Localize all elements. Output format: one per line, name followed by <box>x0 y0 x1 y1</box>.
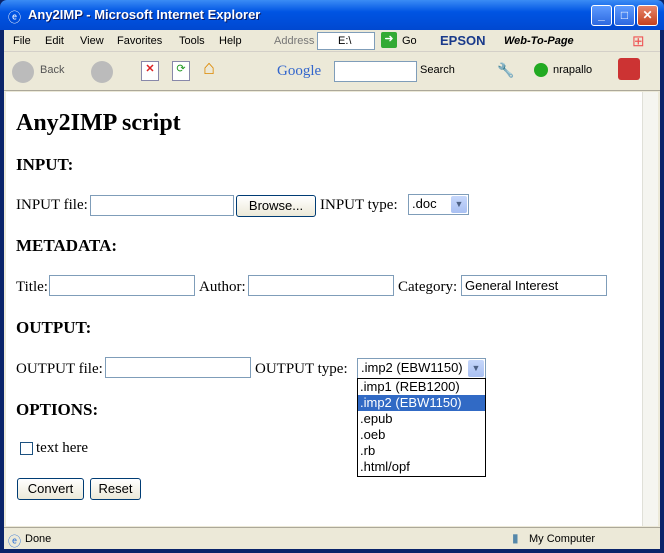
menu-help[interactable]: Help <box>219 35 242 47</box>
title-bar: ⓔ Any2IMP - Microsoft Internet Explorer … <box>0 0 664 30</box>
output-type-value: .imp2 (EBW1150) <box>361 360 463 375</box>
output-type-dropdown-list: .imp1 (REB1200) .imp2 (EBW1150) .epub .o… <box>357 378 486 477</box>
checkbox-label: text here <box>36 440 89 456</box>
maximize-button[interactable]: □ <box>614 5 635 26</box>
menu-view[interactable]: View <box>80 35 104 47</box>
input-heading: INPUT: <box>16 155 74 174</box>
title-field[interactable] <box>49 275 195 296</box>
epson-logo: EPSON <box>440 33 486 48</box>
stop-icon[interactable]: ✕ <box>141 61 159 81</box>
output-heading: OUTPUT: <box>16 318 92 337</box>
chevron-down-icon[interactable]: ▼ <box>451 196 467 213</box>
page-content: Any2IMP script INPUT: INPUT file: Browse… <box>6 92 642 526</box>
google-logo: Google <box>277 63 322 79</box>
address-input[interactable]: E:\ <box>317 32 375 50</box>
web-to-page-menu[interactable]: Web-To-Page <box>504 35 574 47</box>
computer-icon: ▮ <box>512 531 519 545</box>
input-type-value: .doc <box>412 196 437 211</box>
back-button[interactable]: Back <box>40 64 64 76</box>
wrench-icon[interactable]: 🔧 <box>497 62 514 79</box>
dropdown-option[interactable]: .epub <box>358 411 485 427</box>
pdf-icon[interactable] <box>618 58 640 80</box>
address-value: E:\ <box>338 35 352 47</box>
back-icon[interactable] <box>12 61 34 83</box>
toolbar: Back ✕ ⟳ ⌂ Google Search 🔧 nrapallo <box>4 53 660 91</box>
output-type-label: OUTPUT type: <box>255 361 348 377</box>
options-heading: OPTIONS: <box>16 400 99 419</box>
menu-edit[interactable]: Edit <box>45 35 64 47</box>
forward-icon[interactable] <box>91 61 113 83</box>
go-button[interactable]: Go <box>402 35 417 47</box>
title-label: Title: <box>16 279 48 295</box>
status-text: Done <box>25 533 52 545</box>
ie-icon: ⓔ <box>8 10 22 25</box>
home-icon[interactable]: ⌂ <box>203 57 215 80</box>
menu-file[interactable]: File <box>13 35 31 47</box>
reset-button[interactable]: Reset <box>90 478 141 500</box>
metadata-heading: METADATA: <box>16 236 118 255</box>
address-label: Address <box>274 35 315 47</box>
minimize-button[interactable]: _ <box>591 5 612 26</box>
window-title: Any2IMP - Microsoft Internet Explorer <box>28 7 261 22</box>
windows-logo-icon: ⊞ <box>632 33 645 50</box>
input-file-field[interactable] <box>90 195 234 216</box>
input-file-label: INPUT file: <box>16 197 88 213</box>
user-menu[interactable]: nrapallo <box>553 64 592 76</box>
author-label: Author: <box>199 279 246 295</box>
close-button[interactable]: ✕ <box>637 5 658 26</box>
dropdown-option[interactable]: .rb <box>358 443 485 459</box>
menu-bar: File Edit View Favorites Tools Help Addr… <box>4 30 660 52</box>
text-here-checkbox[interactable] <box>20 442 33 455</box>
dropdown-option[interactable]: .imp1 (REB1200) <box>358 379 485 395</box>
dropdown-option[interactable]: .html/opf <box>358 459 485 475</box>
output-file-field[interactable] <box>105 357 251 378</box>
dropdown-option[interactable]: .oeb <box>358 427 485 443</box>
output-file-label: OUTPUT file: <box>16 361 103 377</box>
zone-text: My Computer <box>529 533 596 545</box>
category-label: Category: <box>398 279 458 295</box>
menu-favorites[interactable]: Favorites <box>117 35 162 47</box>
convert-button[interactable]: Convert <box>17 478 84 500</box>
menu-tools[interactable]: Tools <box>179 35 205 47</box>
vertical-scrollbar[interactable] <box>642 92 658 526</box>
status-dot-icon <box>534 63 548 77</box>
input-type-label: INPUT type: <box>320 197 398 213</box>
browse-button[interactable]: Browse... <box>236 195 316 217</box>
google-search-input[interactable] <box>334 61 417 82</box>
page-title: Any2IMP script <box>16 110 181 136</box>
ie-page-icon: ⓔ <box>8 534 22 549</box>
input-type-select[interactable]: .doc ▼ <box>408 194 469 215</box>
dropdown-option-selected[interactable]: .imp2 (EBW1150) <box>358 395 485 411</box>
refresh-icon[interactable]: ⟳ <box>172 61 190 81</box>
category-field[interactable]: General Interest <box>461 275 607 296</box>
output-type-select[interactable]: .imp2 (EBW1150) ▼ <box>357 358 486 379</box>
author-field[interactable] <box>248 275 394 296</box>
status-bar: ⓔ Done ▮ My Computer <box>4 527 660 549</box>
go-icon[interactable]: ➜ <box>381 32 397 48</box>
search-button[interactable]: Search <box>420 64 455 76</box>
chevron-down-icon[interactable]: ▼ <box>468 360 484 377</box>
